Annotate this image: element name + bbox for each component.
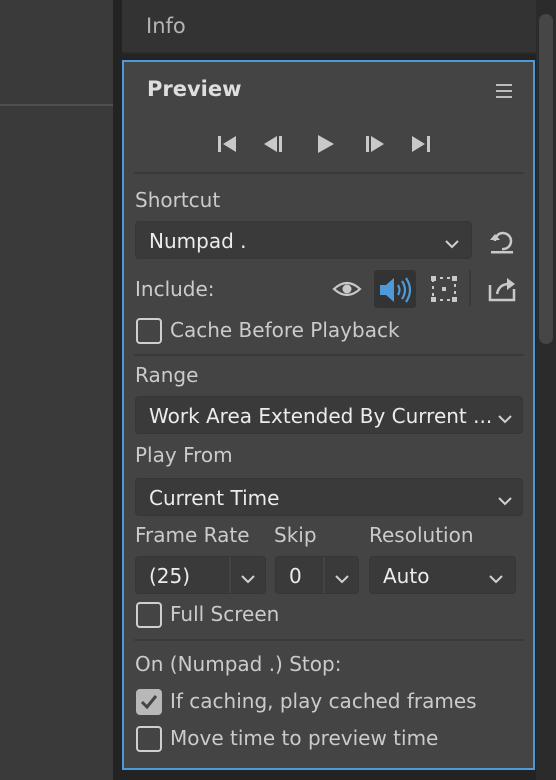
play-from-label: Play From xyxy=(135,443,233,467)
preview-panel-title: Preview xyxy=(147,77,242,101)
eye-icon[interactable] xyxy=(332,277,362,301)
resolution-dropdown[interactable]: Auto xyxy=(369,556,516,594)
move-time-checkbox[interactable] xyxy=(136,726,162,752)
frame-rate-value: (25) xyxy=(149,564,191,588)
on-stop-label: On (Numpad .) Stop: xyxy=(135,652,342,676)
skip-value: 0 xyxy=(289,564,302,588)
range-label: Range xyxy=(135,363,199,387)
range-dropdown[interactable]: Work Area Extended By Current ... xyxy=(135,396,523,434)
resolution-value: Auto xyxy=(383,564,430,588)
range-value: Work Area Extended By Current ... xyxy=(149,404,493,428)
step-forward-icon[interactable] xyxy=(360,130,390,158)
divider xyxy=(469,270,471,306)
scrollbar-track[interactable] xyxy=(536,0,556,780)
hamburger-menu-icon[interactable] xyxy=(496,84,512,98)
full-screen-checkbox[interactable] xyxy=(136,602,162,628)
divider xyxy=(134,354,524,356)
play-cached-frames-checkbox[interactable] xyxy=(136,689,162,715)
reset-icon[interactable] xyxy=(487,228,517,256)
divider xyxy=(134,172,524,174)
cache-before-playback-label: Cache Before Playback xyxy=(170,318,400,342)
full-screen-label: Full Screen xyxy=(170,602,280,626)
chevron-down-icon xyxy=(444,235,460,249)
include-label: Include: xyxy=(135,277,215,301)
play-from-dropdown[interactable]: Current Time xyxy=(135,478,523,516)
play-cached-frames-label: If caching, play cached frames xyxy=(170,689,477,713)
divider xyxy=(134,639,524,641)
export-icon[interactable] xyxy=(487,275,517,303)
panel-gutter xyxy=(113,0,122,780)
chevron-down-icon xyxy=(497,410,513,424)
overlay-frame-icon[interactable] xyxy=(429,274,459,304)
play-icon[interactable] xyxy=(310,130,340,158)
skip-to-end-icon[interactable] xyxy=(406,130,436,158)
shortcut-label: Shortcut xyxy=(135,188,221,212)
resolution-label: Resolution xyxy=(369,523,474,547)
left-panel xyxy=(0,0,113,780)
panel-divider xyxy=(0,104,113,106)
frame-rate-dropdown[interactable]: (25) xyxy=(135,556,266,594)
info-panel-title[interactable]: Info xyxy=(146,14,186,38)
play-from-value: Current Time xyxy=(149,486,280,510)
chevron-down-icon xyxy=(497,492,513,506)
dropdown-divider xyxy=(229,557,231,593)
dropdown-divider xyxy=(323,557,325,593)
chevron-down-icon xyxy=(488,570,504,584)
chevron-down-icon xyxy=(240,570,256,584)
chevron-down-icon xyxy=(334,570,350,584)
shortcut-dropdown[interactable]: Numpad . xyxy=(135,221,472,259)
frame-rate-label: Frame Rate xyxy=(135,523,250,547)
skip-to-start-icon[interactable] xyxy=(212,130,242,158)
skip-label: Skip xyxy=(274,523,317,547)
transport-controls xyxy=(212,130,442,158)
step-back-icon[interactable] xyxy=(258,130,288,158)
speaker-icon[interactable] xyxy=(378,275,414,305)
shortcut-value: Numpad . xyxy=(149,229,247,253)
skip-dropdown[interactable]: 0 xyxy=(275,556,359,594)
scrollbar-thumb[interactable] xyxy=(539,14,553,344)
cache-before-playback-checkbox[interactable] xyxy=(136,318,162,344)
move-time-label: Move time to preview time xyxy=(170,726,439,750)
preview-panel: Preview Shortcut Numpad . Include: Cache… xyxy=(122,60,535,770)
info-panel-header[interactable]: Info xyxy=(122,0,536,54)
